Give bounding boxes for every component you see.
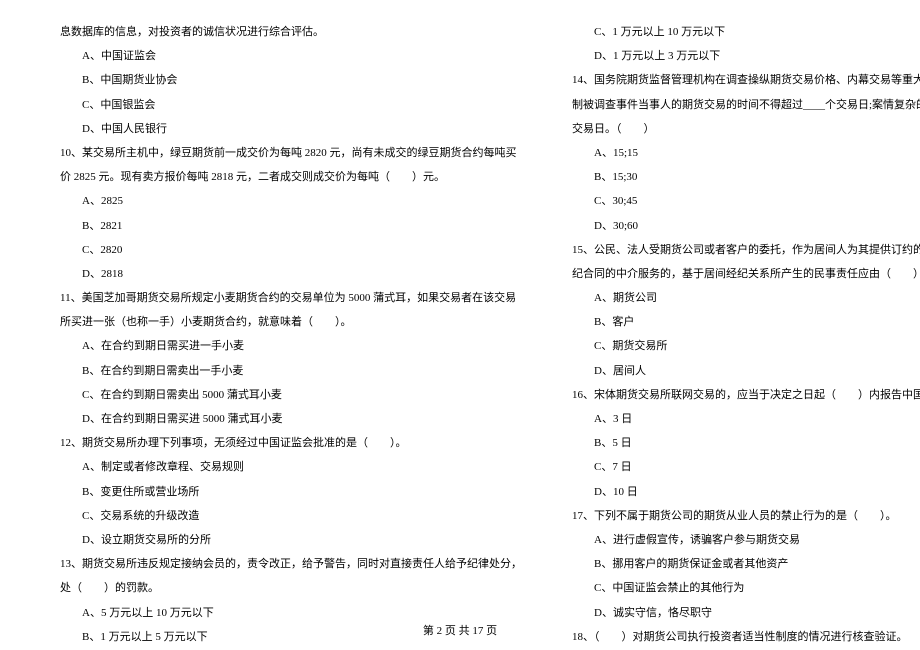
- question-11: 11、美国芝加哥期货交易所规定小麦期货合约的交易单位为 5000 蒲式耳，如果交…: [60, 286, 522, 310]
- option: B、变更住所或营业场所: [60, 480, 522, 504]
- question-13: 13、期货交易所违反规定接纳会员的，责令改正，给予警告，同时对直接责任人给予纪律…: [60, 552, 522, 576]
- option: A、3 日: [572, 407, 920, 431]
- option: C、在合约到期日需卖出 5000 蒲式耳小麦: [60, 383, 522, 407]
- intro-text: 息数据库的信息，对投资者的诚信状况进行综合评估。: [60, 20, 522, 44]
- question-10-cont: 价 2825 元。现有卖方报价每吨 2818 元，二者成交则成交价为每吨（ ）元…: [60, 165, 522, 189]
- option: A、15;15: [572, 141, 920, 165]
- page-content: 息数据库的信息，对投资者的诚信状况进行综合评估。 A、中国证监会 B、中国期货业…: [0, 0, 920, 610]
- question-14: 14、国务院期货监督管理机构在调查操纵期货交易价格、内幕交易等重大期货违法行为时…: [572, 68, 920, 92]
- option: D、10 日: [572, 480, 920, 504]
- option: C、7 日: [572, 455, 920, 479]
- option: B、中国期货业协会: [60, 68, 522, 92]
- option: B、5 日: [572, 431, 920, 455]
- question-17: 17、下列不属于期货公司的期货从业人员的禁止行为的是（ ）。: [572, 504, 920, 528]
- option: C、中国证监会禁止的其他行为: [572, 576, 920, 600]
- option: A、中国证监会: [60, 44, 522, 68]
- option: C、1 万元以上 10 万元以下: [572, 20, 920, 44]
- option: D、1 万元以上 3 万元以下: [572, 44, 920, 68]
- option: B、在合约到期日需卖出一手小麦: [60, 359, 522, 383]
- option: A、2825: [60, 189, 522, 213]
- option: C、期货交易所: [572, 334, 920, 358]
- option: D、2818: [60, 262, 522, 286]
- question-15-cont: 纪合同的中介服务的，基于居间经纪关系所产生的民事责任应由（ ）承担。: [572, 262, 920, 286]
- right-column: C、1 万元以上 10 万元以下 D、1 万元以上 3 万元以下 14、国务院期…: [547, 20, 920, 570]
- question-10: 10、某交易所主机中，绿豆期货前一成交价为每吨 2820 元，尚有未成交的绿豆期…: [60, 141, 522, 165]
- option: B、2821: [60, 214, 522, 238]
- option: C、2820: [60, 238, 522, 262]
- option: C、中国银监会: [60, 93, 522, 117]
- option: D、在合约到期日需买进 5000 蒲式耳小麦: [60, 407, 522, 431]
- question-15: 15、公民、法人受期货公司或者客户的委托，作为居间人为其提供订约的机会或者订立期…: [572, 238, 920, 262]
- question-12: 12、期货交易所办理下列事项，无须经过中国证监会批准的是（ ）。: [60, 431, 522, 455]
- question-13-cont: 处（ ）的罚款。: [60, 576, 522, 600]
- page-footer: 第 2 页 共 17 页: [0, 622, 920, 638]
- option: A、进行虚假宣传，诱骗客户参与期货交易: [572, 528, 920, 552]
- option: B、挪用客户的期货保证金或者其他资产: [572, 552, 920, 576]
- left-column: 息数据库的信息，对投资者的诚信状况进行综合评估。 A、中国证监会 B、中国期货业…: [60, 20, 547, 570]
- option: D、中国人民银行: [60, 117, 522, 141]
- option: D、居间人: [572, 359, 920, 383]
- option: D、设立期货交易所的分所: [60, 528, 522, 552]
- option: A、制定或者修改章程、交易规则: [60, 455, 522, 479]
- question-11-cont: 所买进一张（也称一手）小麦期货合约，就意味着（ ）。: [60, 310, 522, 334]
- option: C、交易系统的升级改造: [60, 504, 522, 528]
- question-14-cont: 制被调查事件当事人的期货交易的时间不得超过____个交易日;案情复杂的，可以延长…: [572, 93, 920, 117]
- option: C、30;45: [572, 189, 920, 213]
- option: A、期货公司: [572, 286, 920, 310]
- option: B、15;30: [572, 165, 920, 189]
- question-14-cont2: 交易日。（ ）: [572, 117, 920, 141]
- question-16: 16、宋体期货交易所联网交易的，应当于决定之日起（ ）内报告中国证监会。: [572, 383, 920, 407]
- option: A、在合约到期日需买进一手小麦: [60, 334, 522, 358]
- option: D、30;60: [572, 214, 920, 238]
- option: B、客户: [572, 310, 920, 334]
